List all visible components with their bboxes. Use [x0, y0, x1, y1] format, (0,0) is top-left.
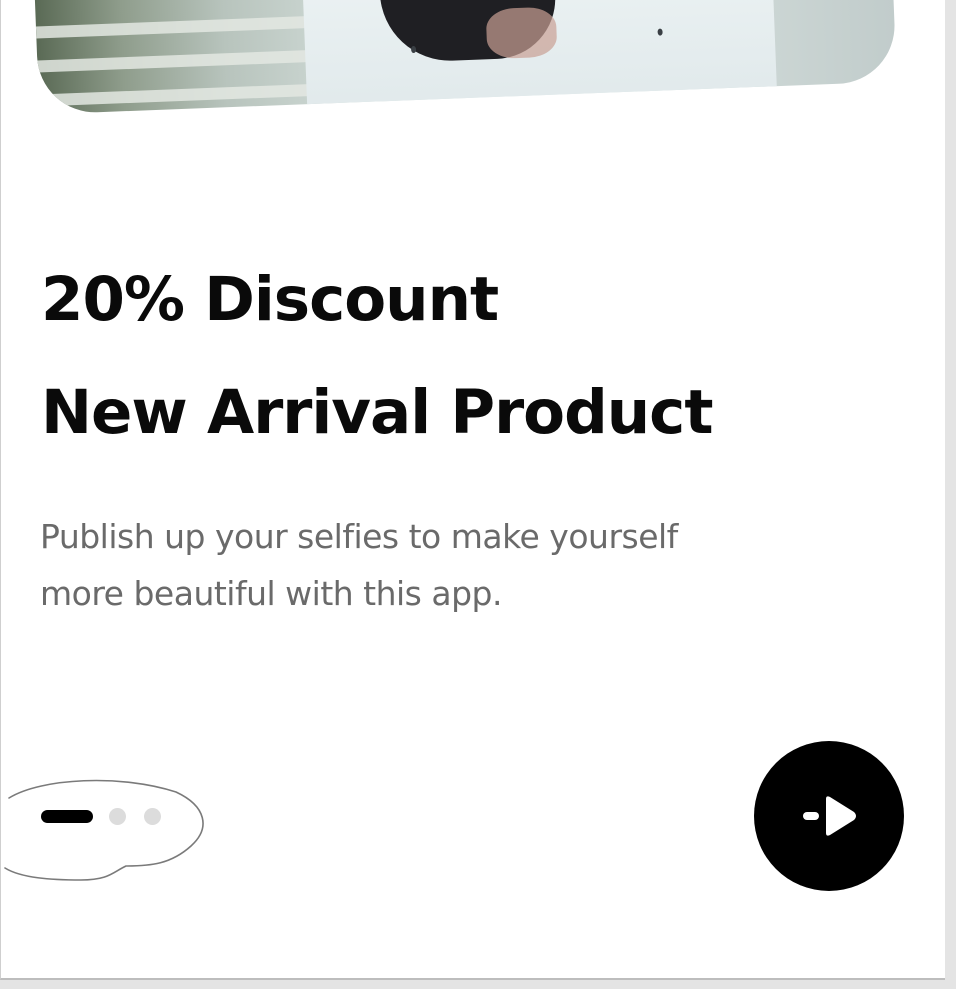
bench-rail — [38, 84, 309, 107]
subtitle-line-1: Publish up your selfies to make yourself — [40, 517, 678, 556]
page-dot[interactable] — [144, 808, 161, 825]
model-face — [485, 6, 558, 60]
page-dot[interactable] — [109, 808, 126, 825]
arrow-right-icon — [803, 796, 856, 836]
page-dot-active[interactable] — [41, 810, 93, 823]
page-indicator-annotation — [1, 776, 211, 882]
bench-rail — [37, 50, 308, 73]
hand-drawn-circle — [4, 779, 204, 881]
next-button[interactable] — [754, 741, 904, 891]
title-line-1: 20% Discount — [41, 264, 499, 335]
subtitle: Publish up your selfies to make yourself… — [40, 508, 830, 622]
bench-rail — [35, 16, 307, 39]
coat-button — [410, 45, 417, 54]
subtitle-line-2: more beautiful with this app. — [40, 574, 502, 613]
title-line-2: New Arrival Product — [41, 377, 713, 448]
onboarding-screen: 20% Discount New Arrival Product Publish… — [0, 0, 945, 980]
hero-image — [23, 0, 897, 115]
